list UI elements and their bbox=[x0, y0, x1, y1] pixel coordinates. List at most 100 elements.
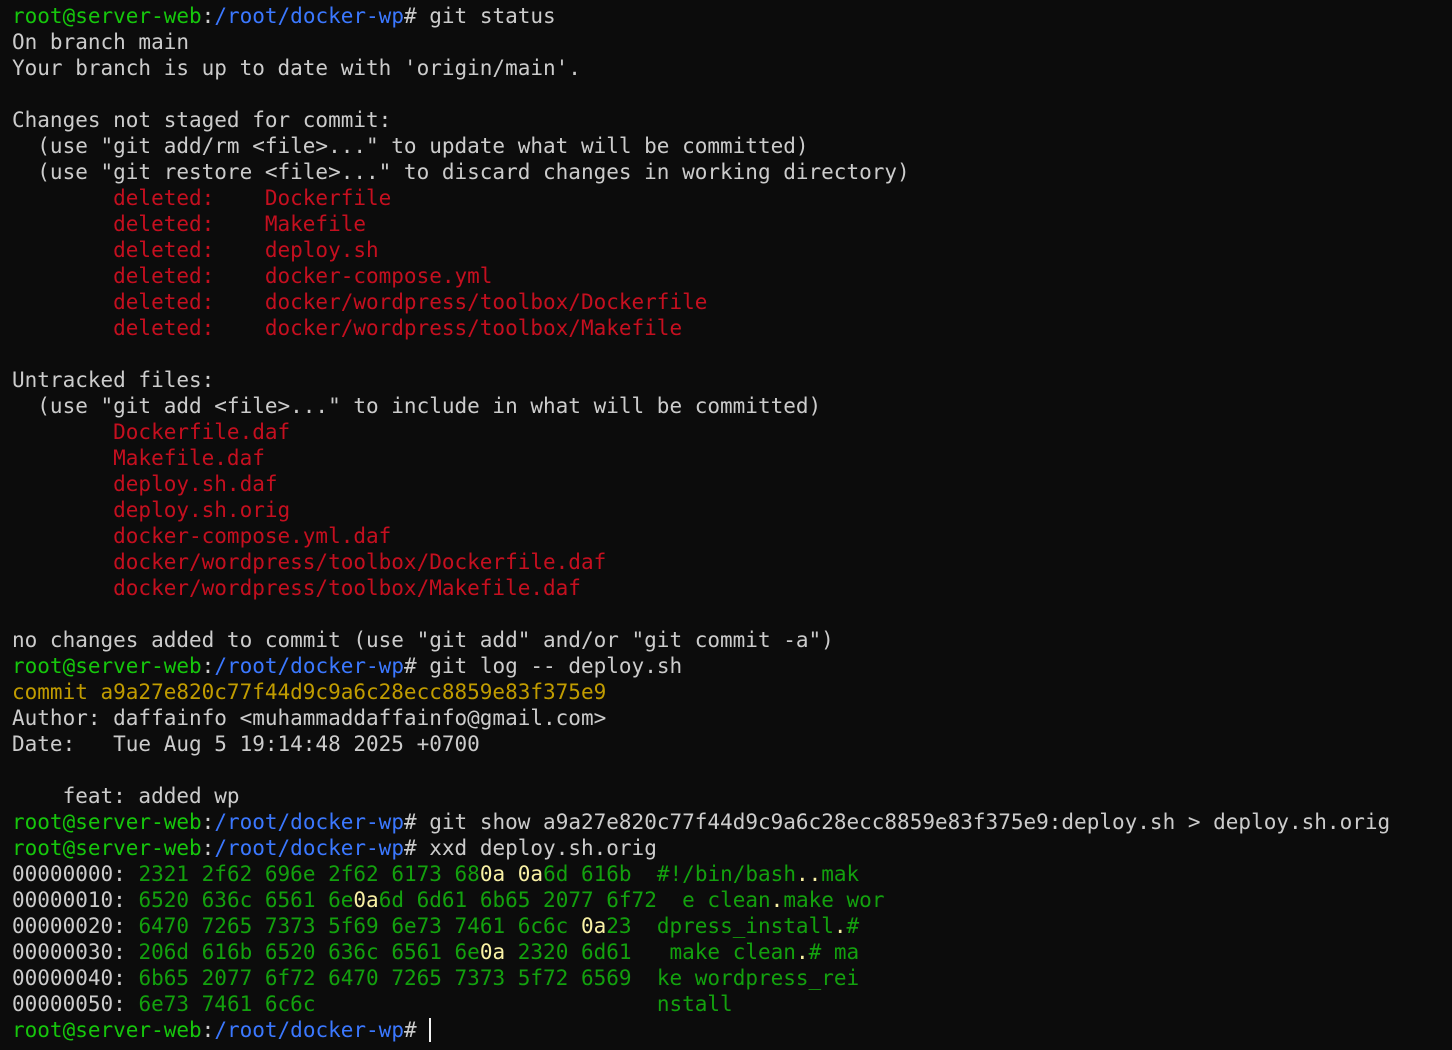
hexdump-bytes: 2321 2f62 696e 2f62 6173 68 bbox=[138, 862, 480, 886]
hexdump-bytes: 6e73 7461 6c6c bbox=[138, 992, 316, 1016]
hexdump-ascii: make wor bbox=[783, 888, 885, 912]
untracked-file-line: docker-compose.yml.daf bbox=[12, 524, 392, 548]
hexdump-offset: 00000030 bbox=[12, 940, 114, 964]
section-header: Changes not staged for commit: bbox=[12, 108, 392, 132]
output-line: no changes added to commit (use "git add… bbox=[12, 628, 834, 652]
hexdump-newline-char: . bbox=[833, 914, 847, 938]
commit-message-line: feat: added wp bbox=[12, 784, 240, 808]
prompt-line[interactable]: root@server-web:/root/docker-wp# bbox=[12, 1017, 1452, 1043]
deleted-file-line: deleted: deploy.sh bbox=[12, 238, 379, 262]
prompt-separator: : bbox=[201, 836, 215, 860]
commit-hash-line: commit a9a27e820c77f44d9c9a6c28ecc8859e8… bbox=[12, 680, 607, 704]
output-line: Your branch is up to date with 'origin/m… bbox=[12, 56, 581, 80]
prompt-path: /root/docker-wp bbox=[214, 836, 404, 860]
hexdump-offset: 00000020 bbox=[12, 914, 114, 938]
deleted-file-line: deleted: docker/wordpress/toolbox/Makefi… bbox=[12, 316, 683, 340]
hexdump-newline-byte: 0a bbox=[479, 940, 506, 964]
prompt-separator: : bbox=[201, 810, 215, 834]
untracked-file-line: docker/wordpress/toolbox/Dockerfile.daf bbox=[12, 550, 607, 574]
prompt-line: root@server-web:/root/docker-wp# git sho… bbox=[12, 809, 1452, 835]
untracked-file-line: docker/wordpress/toolbox/Makefile.daf bbox=[12, 576, 581, 600]
hexdump-ascii: make clean bbox=[656, 940, 796, 964]
untracked-file-line: deploy.sh.daf bbox=[12, 472, 278, 496]
author-line: Author: daffainfo <muhammaddaffainfo@gma… bbox=[12, 706, 607, 730]
prompt-symbol: # bbox=[403, 810, 430, 834]
prompt-symbol: # bbox=[403, 654, 430, 678]
hexdump-ascii: dpress_install bbox=[656, 914, 834, 938]
hexdump-bytes: 6d 616b bbox=[543, 862, 632, 886]
untracked-file-line: Makefile.daf bbox=[12, 446, 265, 470]
hexdump-row: 00000050: 6e73 7461 6c6c nstall bbox=[12, 992, 733, 1016]
hexdump-newline-byte: 0a bbox=[580, 914, 607, 938]
prompt-path: /root/docker-wp bbox=[214, 1018, 404, 1042]
hexdump-bytes: 2320 6d61 bbox=[505, 940, 632, 964]
hexdump-bytes: 6470 7265 7373 5f69 6e73 7461 6c6c bbox=[138, 914, 581, 938]
hexdump-bytes: 6520 636c 6561 6e bbox=[138, 888, 354, 912]
prompt-user: root@server-web bbox=[12, 836, 202, 860]
hexdump-output: 00000000: 2321 2f62 696e 2f62 6173 680a … bbox=[12, 861, 1452, 1017]
prompt-separator: : bbox=[201, 1018, 215, 1042]
hexdump-ascii: #!/bin/bash bbox=[656, 862, 796, 886]
prompt-symbol: # bbox=[403, 4, 430, 28]
terminal-window[interactable]: root@server-web:/root/docker-wp# git sta… bbox=[0, 0, 1452, 1050]
hint-line: (use "git add/rm <file>..." to update wh… bbox=[12, 134, 809, 158]
hint-line: (use "git add <file>..." to include in w… bbox=[12, 394, 822, 418]
hexdump-bytes: 206d 616b 6520 636c 6561 6e bbox=[138, 940, 480, 964]
hexdump-bytes: 6b65 2077 6f72 6470 7265 7373 5f72 6569 bbox=[138, 966, 632, 990]
hexdump-newline-char: . bbox=[795, 940, 809, 964]
prompt-line: root@server-web:/root/docker-wp# git log… bbox=[12, 653, 1452, 679]
hexdump-ascii: # bbox=[846, 914, 860, 938]
untracked-file-line: Dockerfile.daf bbox=[12, 420, 291, 444]
prompt-separator: : bbox=[201, 4, 215, 28]
prompt-separator: : bbox=[201, 654, 215, 678]
hexdump-ascii: nstall bbox=[656, 992, 733, 1016]
prompt-user: root@server-web bbox=[12, 810, 202, 834]
command-text: git log -- deploy.sh bbox=[429, 654, 683, 678]
command-text: xxd deploy.sh.orig bbox=[429, 836, 657, 860]
hexdump-bytes: 23 bbox=[606, 914, 632, 938]
prompt-symbol: # bbox=[403, 836, 430, 860]
command-text: git status bbox=[429, 4, 556, 28]
hexdump-bytes bbox=[505, 862, 518, 886]
hexdump-offset: 00000010 bbox=[12, 888, 114, 912]
deleted-file-line: deleted: docker-compose.yml bbox=[12, 264, 493, 288]
text-cursor bbox=[429, 1018, 432, 1042]
hexdump-offset: 00000050 bbox=[12, 992, 114, 1016]
deleted-file-line: deleted: Makefile bbox=[12, 212, 367, 236]
hexdump-bytes: 6d 6d61 6b65 2077 6f72 bbox=[378, 888, 657, 912]
prompt-path: /root/docker-wp bbox=[214, 654, 404, 678]
hexdump-row: 00000030: 206d 616b 6520 636c 6561 6e0a … bbox=[12, 940, 860, 964]
hexdump-newline-byte: 0a bbox=[353, 888, 379, 912]
hexdump-ascii: ke wordpress_rei bbox=[656, 966, 860, 990]
hexdump-newline-byte: 0a bbox=[479, 862, 506, 886]
untracked-file-line: deploy.sh.orig bbox=[12, 498, 291, 522]
prompt-line: root@server-web:/root/docker-wp# git sta… bbox=[12, 3, 1452, 29]
hexdump-row: 00000020: 6470 7265 7373 5f69 6e73 7461 … bbox=[12, 914, 860, 938]
hexdump-newline-byte: 0a bbox=[517, 862, 544, 886]
deleted-file-line: deleted: Dockerfile bbox=[12, 186, 392, 210]
prompt-user: root@server-web bbox=[12, 1018, 202, 1042]
hexdump-newline-char: . bbox=[770, 888, 784, 912]
hexdump-row: 00000040: 6b65 2077 6f72 6470 7265 7373 … bbox=[12, 966, 860, 990]
date-line: Date: Tue Aug 5 19:14:48 2025 +0700 bbox=[12, 732, 480, 756]
hexdump-newline-char: .. bbox=[795, 862, 822, 886]
prompt-path: /root/docker-wp bbox=[214, 4, 404, 28]
hexdump-offset: 00000040 bbox=[12, 966, 114, 990]
prompt-path: /root/docker-wp bbox=[214, 810, 404, 834]
deleted-file-line: deleted: docker/wordpress/toolbox/Docker… bbox=[12, 290, 708, 314]
hint-line: (use "git restore <file>..." to discard … bbox=[12, 160, 910, 184]
hexdump-ascii: e clean bbox=[682, 888, 771, 912]
hexdump-ascii: # ma bbox=[808, 940, 860, 964]
prompt-user: root@server-web bbox=[12, 4, 202, 28]
section-header: Untracked files: bbox=[12, 368, 215, 392]
prompt-line: root@server-web:/root/docker-wp# xxd dep… bbox=[12, 835, 1452, 861]
command-text: git show a9a27e820c77f44d9c9a6c28ecc8859… bbox=[429, 810, 1391, 834]
hexdump-offset: 00000000 bbox=[12, 862, 114, 886]
prompt-user: root@server-web bbox=[12, 654, 202, 678]
hexdump-ascii: mak bbox=[821, 862, 860, 886]
prompt-symbol: # bbox=[403, 1018, 430, 1042]
